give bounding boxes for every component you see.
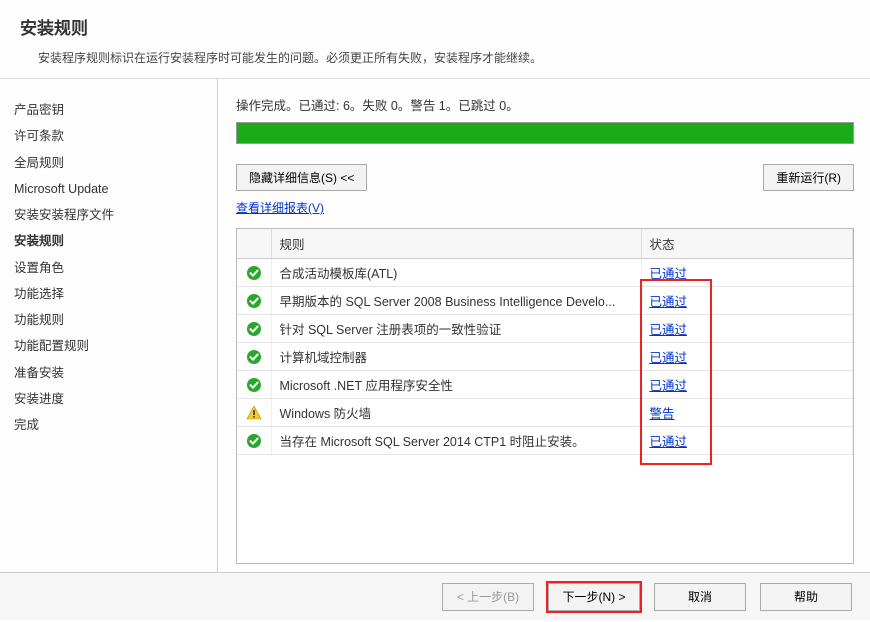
sidebar-item[interactable]: 功能选择 xyxy=(14,281,211,307)
rule-status: 已通过 xyxy=(641,371,853,399)
hide-details-button[interactable]: 隐藏详细信息(S) << xyxy=(236,164,367,191)
rule-icon-cell xyxy=(237,287,271,315)
rule-icon-cell xyxy=(237,371,271,399)
check-icon xyxy=(246,377,262,393)
next-button[interactable]: 下一步(N) > xyxy=(548,583,640,611)
rule-status: 已通过 xyxy=(641,259,853,287)
rule-name: 当存在 Microsoft SQL Server 2014 CTP1 时阻止安装… xyxy=(271,427,641,455)
rule-name: 合成活动模板库(ATL) xyxy=(271,259,641,287)
progress-bar xyxy=(236,122,854,144)
table-row[interactable]: 计算机域控制器已通过 xyxy=(237,343,853,371)
table-row[interactable]: Windows 防火墙警告 xyxy=(237,399,853,427)
rule-name: Windows 防火墙 xyxy=(271,399,641,427)
main-panel: 操作完成。已通过: 6。失败 0。警告 1。已跳过 0。 隐藏详细信息(S) <… xyxy=(218,79,870,572)
status-link[interactable]: 已通过 xyxy=(650,379,688,393)
cancel-button[interactable]: 取消 xyxy=(654,583,746,611)
sidebar-item[interactable]: 设置角色 xyxy=(14,255,211,281)
rule-name: 早期版本的 SQL Server 2008 Business Intellige… xyxy=(271,287,641,315)
sidebar-item[interactable]: 安装进度 xyxy=(14,386,211,412)
page-description: 安装程序规则标识在运行安装程序时可能发生的问题。必须更正所有失败，安装程序才能继… xyxy=(38,49,850,66)
table-row[interactable]: 当存在 Microsoft SQL Server 2014 CTP1 时阻止安装… xyxy=(237,427,853,455)
table-row[interactable]: 针对 SQL Server 注册表项的一致性验证已通过 xyxy=(237,315,853,343)
table-row[interactable]: Microsoft .NET 应用程序安全性已通过 xyxy=(237,371,853,399)
sidebar-item[interactable]: 准备安装 xyxy=(14,360,211,386)
col-status: 状态 xyxy=(641,229,853,259)
sidebar-item[interactable]: 产品密钥 xyxy=(14,97,211,123)
rule-name: 计算机域控制器 xyxy=(271,343,641,371)
controls-row: 隐藏详细信息(S) << 重新运行(R) xyxy=(236,164,854,191)
body: 产品密钥 许可条款 全局规则 Microsoft Update 安装安装程序文件… xyxy=(0,79,870,572)
table-row[interactable]: 合成活动模板库(ATL) 已通过 xyxy=(237,259,853,287)
rule-status: 已通过 xyxy=(641,315,853,343)
sidebar-item[interactable]: 完成 xyxy=(14,412,211,438)
rule-icon-cell xyxy=(237,315,271,343)
status-link[interactable]: 已通过 xyxy=(650,435,688,449)
sidebar-item-current[interactable]: 安装规则 xyxy=(14,228,211,254)
rule-status: 警告 xyxy=(641,399,853,427)
status-link[interactable]: 已通过 xyxy=(650,295,688,309)
rule-icon-cell xyxy=(237,343,271,371)
rule-name: Microsoft .NET 应用程序安全性 xyxy=(271,371,641,399)
rule-icon-cell xyxy=(237,399,271,427)
sidebar-item[interactable]: 功能配置规则 xyxy=(14,333,211,359)
col-rule: 规则 xyxy=(271,229,641,259)
sidebar-item[interactable]: 全局规则 xyxy=(14,150,211,176)
check-icon xyxy=(246,321,262,337)
sidebar-item[interactable]: Microsoft Update xyxy=(14,176,211,202)
rules-table: 规则 状态 合成活动模板库(ATL)已通过早期版本的 SQL Server 20… xyxy=(237,229,853,455)
check-icon xyxy=(246,349,262,365)
rule-status: 已通过 xyxy=(641,427,853,455)
footer: < 上一步(B) 下一步(N) > 取消 帮助 xyxy=(0,572,870,620)
check-icon xyxy=(246,265,262,281)
rule-icon-cell xyxy=(237,259,271,287)
back-button[interactable]: < 上一步(B) xyxy=(442,583,534,611)
status-link[interactable]: 已通过 xyxy=(650,351,688,365)
rule-name: 针对 SQL Server 注册表项的一致性验证 xyxy=(271,315,641,343)
help-button[interactable]: 帮助 xyxy=(760,583,852,611)
check-icon xyxy=(246,293,262,309)
sidebar-item[interactable]: 安装安装程序文件 xyxy=(14,202,211,228)
rules-table-wrap: 规则 状态 合成活动模板库(ATL)已通过早期版本的 SQL Server 20… xyxy=(236,228,854,564)
status-link[interactable]: 已通过 xyxy=(650,267,688,281)
table-row[interactable]: 早期版本的 SQL Server 2008 Business Intellige… xyxy=(237,287,853,315)
warning-icon xyxy=(246,405,262,421)
page-title: 安装规则 xyxy=(20,14,850,39)
rule-icon-cell xyxy=(237,427,271,455)
status-summary: 操作完成。已通过: 6。失败 0。警告 1。已跳过 0。 xyxy=(236,95,854,114)
rerun-button[interactable]: 重新运行(R) xyxy=(763,164,854,191)
view-report-link[interactable]: 查看详细报表(V) xyxy=(236,199,854,216)
check-icon xyxy=(246,433,262,449)
status-link[interactable]: 警告 xyxy=(650,407,675,421)
rule-status: 已通过 xyxy=(641,343,853,371)
sidebar: 产品密钥 许可条款 全局规则 Microsoft Update 安装安装程序文件… xyxy=(0,79,218,572)
header: 安装规则 安装程序规则标识在运行安装程序时可能发生的问题。必须更正所有失败，安装… xyxy=(0,0,870,79)
col-icon xyxy=(237,229,271,259)
rule-status: 已通过 xyxy=(641,287,853,315)
status-link[interactable]: 已通过 xyxy=(650,323,688,337)
sidebar-item[interactable]: 功能规则 xyxy=(14,307,211,333)
sidebar-item[interactable]: 许可条款 xyxy=(14,123,211,149)
